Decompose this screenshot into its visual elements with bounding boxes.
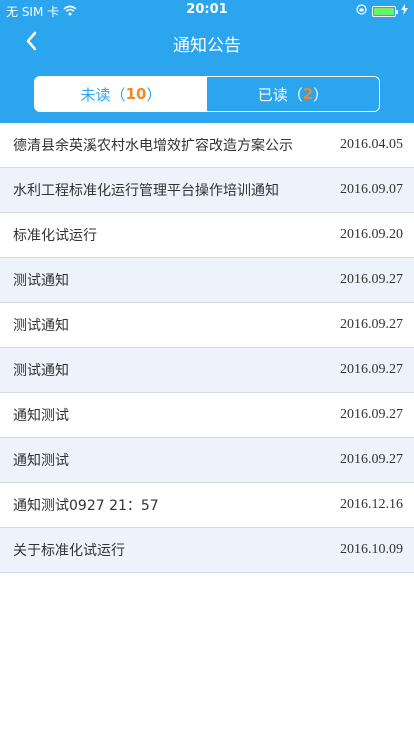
notice-title: 测试通知 xyxy=(13,318,69,334)
segmented-control: 未读（ 10 ） 已读（ 2 ） xyxy=(34,76,380,112)
notice-title: 测试通知 xyxy=(13,273,69,289)
notice-title: 德清县余英溪农村水电增效扩容改造方案公示 xyxy=(13,138,293,154)
notice-date: 2016.09.27 xyxy=(340,452,403,467)
tab-unread-suffix: ） xyxy=(146,85,162,104)
notice-date: 2016.09.27 xyxy=(340,362,403,377)
tab-unread-label: 未读（ xyxy=(80,85,126,104)
list-item[interactable]: 测试通知 2016.09.27 xyxy=(0,258,414,303)
tab-read-suffix: ） xyxy=(313,85,329,104)
charging-icon xyxy=(401,4,408,18)
tab-read-label: 已读（ xyxy=(257,85,303,104)
tab-unread-count: 10 xyxy=(125,85,147,103)
notice-date: 2016.12.16 xyxy=(340,497,403,512)
notice-title: 关于标准化试运行 xyxy=(13,543,125,559)
rotation-lock-icon xyxy=(356,4,367,18)
list-item[interactable]: 通知测试 2016.09.27 xyxy=(0,393,414,438)
page-title: 通知公告 xyxy=(173,36,241,56)
notice-date: 2016.04.05 xyxy=(340,137,403,152)
list-item[interactable]: 德清县余英溪农村水电增效扩容改造方案公示 2016.04.05 xyxy=(0,123,414,168)
list-item[interactable]: 关于标准化试运行 2016.10.09 xyxy=(0,528,414,573)
status-bar: 无 SIM 卡 20:01 xyxy=(0,0,414,20)
notice-date: 2016.09.27 xyxy=(340,317,403,332)
status-right xyxy=(356,4,408,18)
notice-title: 通知测试 xyxy=(13,408,69,424)
notice-date: 2016.09.27 xyxy=(340,407,403,422)
tab-unread[interactable]: 未读（ 10 ） xyxy=(35,77,207,111)
list-item[interactable]: 通知测试0927 21：57 2016.12.16 xyxy=(0,483,414,528)
notice-title: 水利工程标准化运行管理平台操作培训通知 xyxy=(13,183,279,199)
list-item[interactable]: 水利工程标准化运行管理平台操作培训通知 2016.09.07 xyxy=(0,168,414,213)
notice-title: 通知测试 xyxy=(13,453,69,469)
list-item[interactable]: 标准化试运行 2016.09.20 xyxy=(0,213,414,258)
notice-title: 通知测试0927 21：57 xyxy=(13,498,159,514)
tab-read-count: 2 xyxy=(302,85,314,103)
notice-date: 2016.10.09 xyxy=(340,542,403,557)
notice-date: 2016.09.20 xyxy=(340,227,403,242)
list-item[interactable]: 测试通知 2016.09.27 xyxy=(0,348,414,393)
tab-read[interactable]: 已读（ 2 ） xyxy=(207,77,379,111)
list-item[interactable]: 测试通知 2016.09.27 xyxy=(0,303,414,348)
battery-icon xyxy=(372,5,398,17)
notice-date: 2016.09.07 xyxy=(340,182,403,197)
notice-list: 德清县余英溪农村水电增效扩容改造方案公示 2016.04.05 水利工程标准化运… xyxy=(0,123,414,573)
status-time: 20:01 xyxy=(186,2,228,17)
notice-date: 2016.09.27 xyxy=(340,272,403,287)
notice-title: 标准化试运行 xyxy=(13,228,97,244)
nav-bar: 通知公告 xyxy=(0,20,414,64)
notice-title: 测试通知 xyxy=(13,363,69,379)
tabs-area: 未读（ 10 ） 已读（ 2 ） xyxy=(0,64,414,123)
list-item[interactable]: 通知测试 2016.09.27 xyxy=(0,438,414,483)
